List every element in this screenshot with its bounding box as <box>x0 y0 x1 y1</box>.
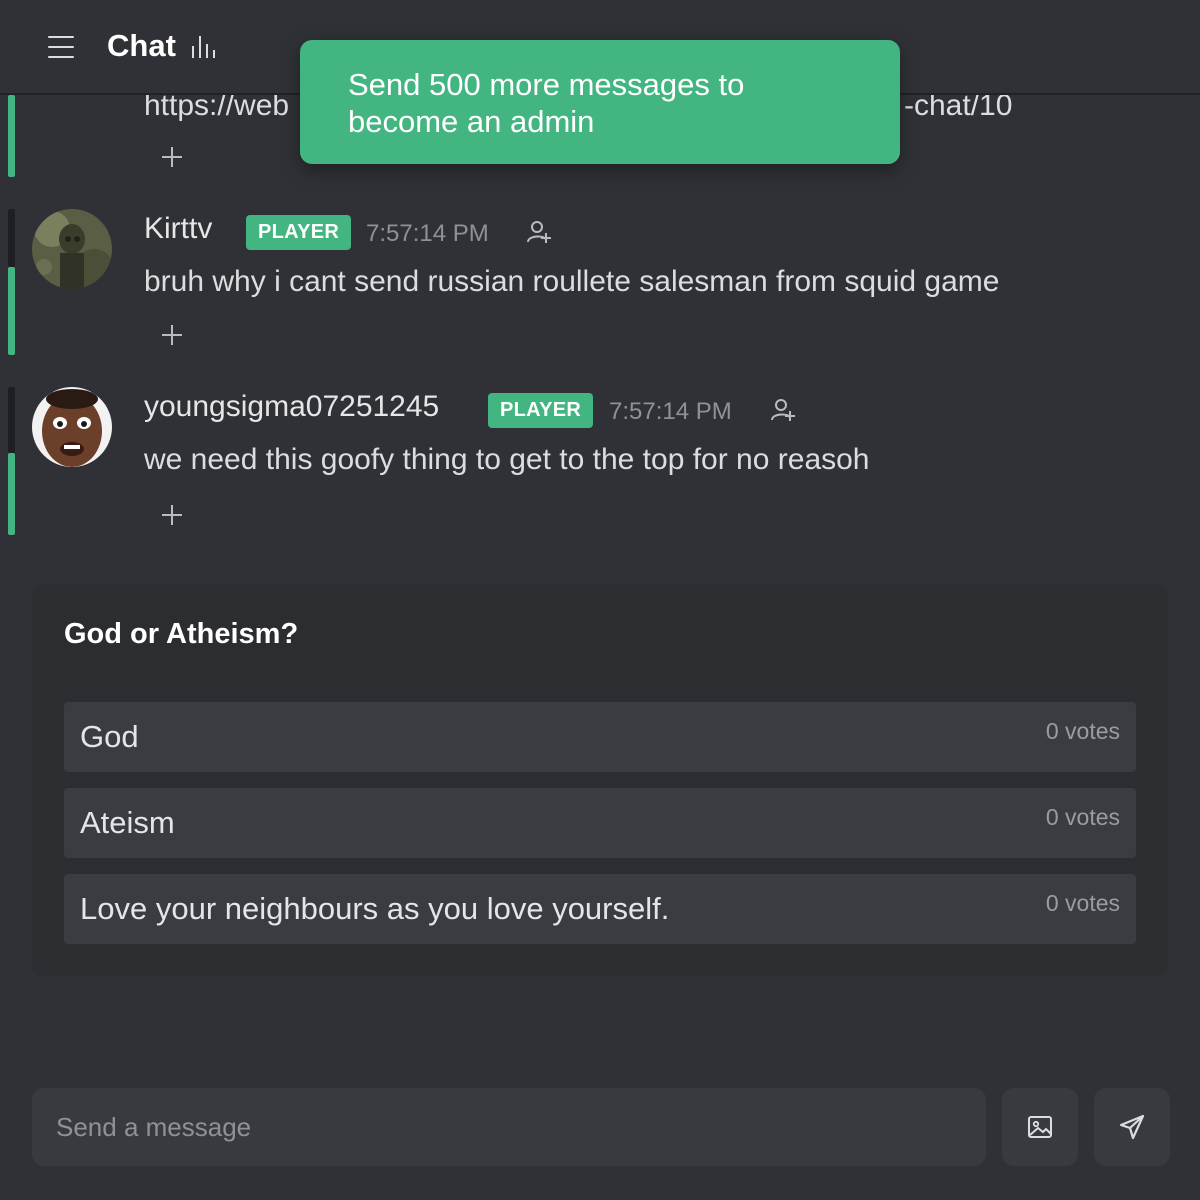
poll-option-label: Ateism <box>80 805 175 840</box>
poll-option[interactable]: Love your neighbours as you love yoursel… <box>64 874 1136 944</box>
poll-option-votes: 0 votes <box>1045 804 1120 830</box>
add-user-icon[interactable] <box>526 219 552 245</box>
role-badge: PLAYER <box>488 393 594 428</box>
message-text-left: https://web <box>144 95 290 122</box>
bar-chart-icon[interactable] <box>192 36 216 58</box>
message-item: youngsigma07251245 PLAYER 7:57:14 PM we … <box>0 387 1200 537</box>
message-text: bruh why i cant send russian roullete sa… <box>144 265 1000 298</box>
poll-option[interactable]: Ateism 0 votes <box>64 788 1136 858</box>
message-accent-bar <box>8 453 15 535</box>
message-list: https://web -chat/10 Kirttv PLAYER 7:57:… <box>0 95 1200 565</box>
role-badge: PLAYER <box>246 215 352 250</box>
poll-question: God or Atheism? <box>64 618 299 650</box>
add-reaction-plus-icon[interactable] <box>160 145 184 169</box>
message-text: we need this goofy thing to get to the t… <box>144 443 870 476</box>
admin-progress-toast[interactable]: Send 500 more messages to become an admi… <box>300 40 900 164</box>
timestamp: 7:57:14 PM <box>609 398 732 425</box>
avatar[interactable] <box>32 387 112 467</box>
poll-option-votes: 0 votes <box>1045 718 1120 744</box>
username[interactable]: youngsigma07251245 <box>144 390 439 424</box>
page-title: Chat <box>107 28 176 63</box>
message-accent-bar <box>8 267 15 355</box>
poll-option-label: God <box>80 719 139 754</box>
send-icon <box>1119 1114 1145 1140</box>
upload-image-button[interactable] <box>1002 1088 1078 1166</box>
poll-option-label: Love your neighbours as you love yoursel… <box>80 891 670 926</box>
poll-card: God or Atheism? God 0 votes Ateism 0 vot… <box>32 584 1168 976</box>
poll-option[interactable]: God 0 votes <box>64 702 1136 772</box>
add-user-icon[interactable] <box>770 397 796 423</box>
avatar[interactable] <box>32 209 112 289</box>
message-item: Kirttv PLAYER 7:57:14 PM bruh why i cant… <box>0 209 1200 357</box>
add-reaction-plus-icon[interactable] <box>160 503 184 527</box>
message-accent-bar <box>8 95 15 177</box>
image-icon <box>1028 1116 1052 1138</box>
message-accent-bar-top <box>8 209 15 267</box>
message-accent-bar-top <box>8 387 15 453</box>
timestamp: 7:57:14 PM <box>366 220 489 247</box>
add-reaction-plus-icon[interactable] <box>160 323 184 347</box>
message-text-right: -chat/10 <box>904 95 1013 122</box>
poll-option-votes: 0 votes <box>1045 890 1120 916</box>
send-button[interactable] <box>1094 1088 1170 1166</box>
username[interactable]: Kirttv <box>144 212 212 246</box>
message-input[interactable] <box>32 1088 986 1166</box>
hamburger-menu-icon[interactable] <box>48 36 74 58</box>
